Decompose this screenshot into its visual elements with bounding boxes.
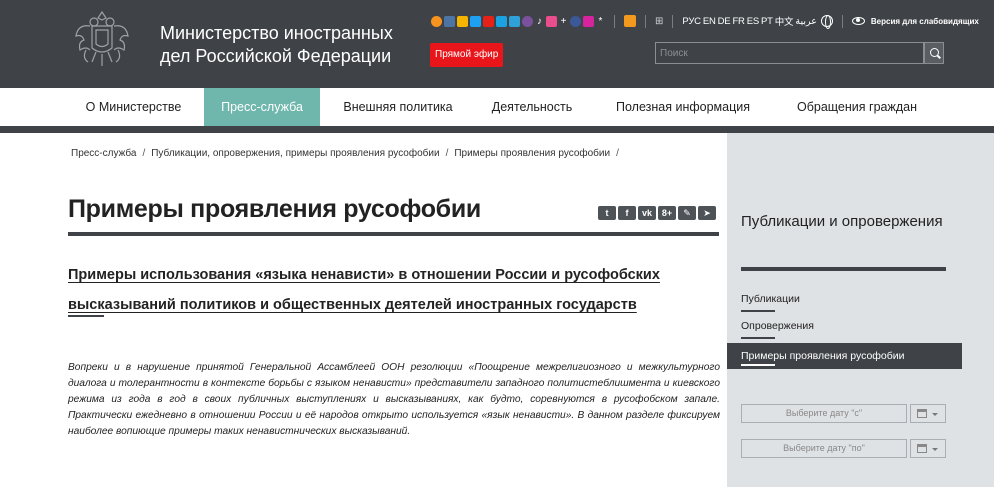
rutube-icon[interactable] — [546, 15, 557, 27]
low-vision-link[interactable]: Версия для слабовидящих — [851, 16, 979, 26]
underline — [741, 337, 775, 339]
facebook-icon[interactable] — [570, 15, 581, 27]
tiktok-icon[interactable]: ♪ — [535, 16, 544, 27]
odnoklassniki-icon[interactable] — [431, 15, 442, 27]
sidebar-item-label: Публикации — [741, 293, 800, 305]
breadcrumb-separator: / — [616, 148, 619, 159]
facebook-icon[interactable]: f — [618, 206, 636, 220]
sidebar: Публикации и опровержения Публикации Опр… — [727, 133, 994, 487]
instagram-icon[interactable] — [583, 15, 594, 27]
coat-of-arms-icon[interactable] — [72, 6, 132, 72]
low-vision-label: Версия для слабовидящих — [870, 16, 979, 26]
search-input[interactable] — [655, 42, 924, 64]
divider — [614, 14, 615, 28]
globe-icon[interactable] — [820, 15, 833, 29]
lang-pt[interactable]: PT — [761, 16, 773, 27]
sidebar-item-label: Примеры проявления русофобии — [741, 350, 905, 362]
divider — [841, 14, 843, 28]
share-buttons: t f vk 8+ ✎ ➤ — [598, 206, 716, 220]
site-header: Министерство иностранных дел Российской … — [0, 0, 994, 88]
main-nav: О Министерстве Пресс-служба Внешняя поли… — [0, 88, 994, 126]
date-to-calendar-button[interactable] — [910, 439, 946, 458]
breadcrumb-current[interactable]: Примеры проявления русофобии — [454, 148, 610, 159]
lang-en[interactable]: EN — [703, 16, 716, 27]
breadcrumb-separator: / — [142, 148, 146, 159]
sidebar-item-refutations[interactable]: Опровержения — [741, 320, 814, 339]
lang-ar[interactable]: عربية — [795, 16, 817, 27]
chevron-down-icon — [932, 448, 938, 451]
google-plus-icon[interactable]: 8+ — [658, 206, 676, 220]
breadcrumb-press[interactable]: Пресс-служба — [71, 148, 136, 159]
language-switcher: РУС EN DE FR ES PT 中文 عربية — [682, 14, 833, 29]
breadcrumb-publications[interactable]: Публикации, опровержения, примеры проявл… — [151, 148, 439, 159]
lang-fr[interactable]: FR — [732, 16, 744, 27]
sitemap-icon[interactable]: ⊞ — [655, 16, 663, 27]
divider — [645, 14, 646, 28]
nav-foreign-policy[interactable]: Внешняя политика — [330, 88, 466, 126]
sidebar-divider — [741, 267, 946, 271]
sidebar-item-label: Опровержения — [741, 320, 814, 332]
live-broadcast-button[interactable]: Прямой эфир — [430, 43, 504, 67]
nav-press[interactable]: Пресс-служба — [204, 88, 320, 126]
title-divider — [68, 232, 719, 236]
search-button[interactable] — [924, 42, 944, 64]
subtitle-divider — [68, 315, 104, 317]
youtube-icon[interactable] — [483, 15, 494, 27]
lang-de[interactable]: DE — [718, 16, 731, 27]
underline — [741, 364, 775, 366]
lang-zh[interactable]: 中文 — [775, 14, 794, 28]
breadcrumb: Пресс-служба / Публикации, опровержения,… — [71, 148, 621, 159]
nav-underbar — [0, 126, 994, 133]
telegram-icon[interactable] — [509, 15, 520, 27]
calendar-icon — [917, 444, 927, 453]
chevron-down-icon — [932, 413, 938, 416]
plus-icon[interactable]: + — [559, 16, 568, 27]
calendar-icon — [917, 409, 927, 418]
vk-icon[interactable]: vk — [638, 206, 656, 220]
article-body: Вопреки и в нарушение принятой Генеральн… — [68, 362, 720, 437]
eye-icon — [851, 17, 865, 25]
rss-icon[interactable] — [624, 15, 636, 27]
lang-ru[interactable]: РУС — [682, 16, 701, 27]
vk-icon[interactable] — [444, 15, 455, 27]
twitter-icon[interactable] — [470, 15, 481, 27]
underline — [741, 310, 775, 312]
nav-about[interactable]: О Министерстве — [72, 88, 195, 126]
lang-es[interactable]: ES — [747, 16, 759, 27]
telegram-icon[interactable]: ➤ — [698, 206, 716, 220]
date-from-field[interactable]: Выберите дату "с" — [741, 404, 907, 423]
livejournal-icon[interactable] — [457, 15, 468, 27]
sidebar-item-publications[interactable]: Публикации — [741, 293, 800, 312]
page-title: Примеры проявления русофобии — [68, 195, 481, 223]
star-icon[interactable]: * — [596, 16, 605, 27]
photo-icon[interactable] — [496, 15, 507, 27]
sidebar-item-russophobia[interactable]: Примеры проявления русофобии — [727, 343, 962, 369]
social-links: ♪ + * ⊞ РУС EN DE FR ES PT 中文 عربية Верс… — [431, 13, 979, 29]
divider — [672, 14, 674, 28]
viber-icon[interactable] — [522, 15, 533, 27]
ministry-name[interactable]: Министерство иностранных дел Российской … — [160, 22, 420, 68]
twitter-icon[interactable]: t — [598, 206, 616, 220]
breadcrumb-separator: / — [445, 148, 449, 159]
article-subtitle-link[interactable]: Примеры использования «языка ненависти» … — [68, 260, 708, 320]
date-from-calendar-button[interactable] — [910, 404, 946, 423]
date-to-field[interactable]: Выберите дату "по" — [741, 439, 907, 458]
link-icon[interactable]: ✎ — [678, 206, 696, 220]
nav-activity[interactable]: Деятельность — [476, 88, 588, 126]
nav-citizen-appeals[interactable]: Обращения граждан — [778, 88, 936, 126]
nav-useful-info[interactable]: Полезная информация — [598, 88, 768, 126]
sidebar-title: Публикации и опровержения — [741, 213, 943, 230]
